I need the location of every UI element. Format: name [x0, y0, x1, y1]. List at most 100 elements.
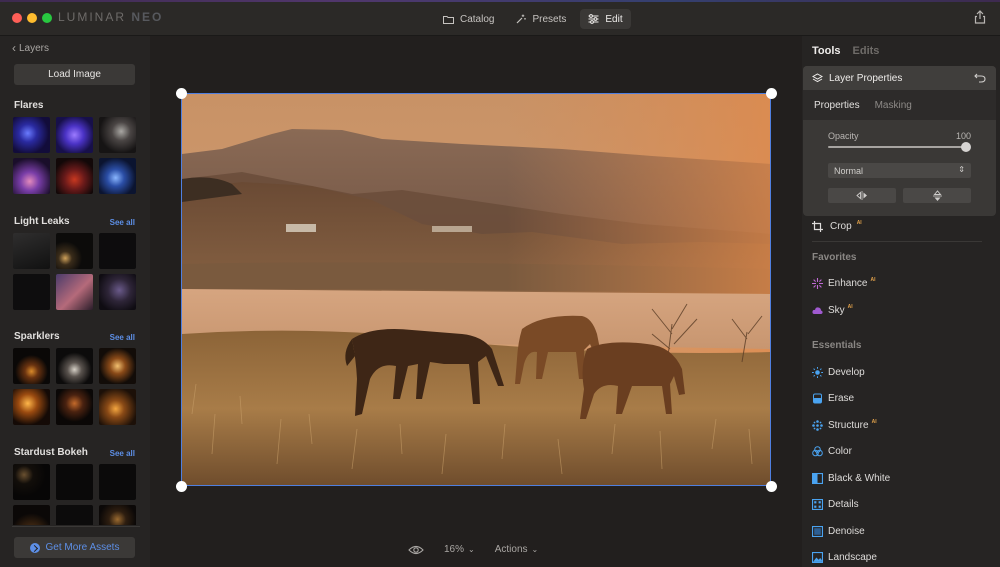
zoom-window-button[interactable]	[42, 13, 52, 23]
asset-thumbnail[interactable]	[99, 274, 136, 310]
asset-thumbnail[interactable]	[99, 464, 136, 500]
ai-badge: AI	[856, 219, 862, 226]
layer-properties-card: Layer Properties Properties Masking Opac…	[803, 66, 996, 216]
asset-thumbnail[interactable]	[56, 389, 93, 425]
tool-crop[interactable]: Crop AI	[812, 219, 862, 232]
tool-structure[interactable]: Structure AI	[812, 419, 877, 431]
asset-thumbnail[interactable]	[56, 233, 93, 269]
asset-thumbnail[interactable]	[13, 464, 50, 500]
structure-icon	[812, 420, 823, 431]
preview-toggle[interactable]	[408, 545, 424, 555]
close-window-button[interactable]	[12, 13, 22, 23]
tool-black-white[interactable]: Black & White	[812, 473, 890, 484]
share-icon[interactable]	[973, 10, 987, 24]
tab-presets[interactable]: Presets	[508, 9, 574, 29]
tool-landscape[interactable]: Landscape	[812, 552, 877, 563]
flares-grid	[13, 117, 137, 194]
app-logo: LUMINAR NEO	[58, 10, 164, 24]
tool-color[interactable]: Color	[812, 446, 852, 457]
transform-handle-top-right[interactable]	[766, 88, 777, 99]
opacity-slider-track[interactable]	[828, 146, 966, 148]
landscape-icon	[812, 552, 823, 563]
tool-structure-label: Structure	[828, 420, 869, 431]
asset-thumbnail[interactable]	[99, 158, 136, 194]
tool-develop-label: Develop	[828, 367, 865, 378]
back-to-layers[interactable]: ‹ Layers	[12, 41, 49, 55]
tool-denoise[interactable]: Denoise	[812, 526, 865, 537]
asset-thumbnail[interactable]	[13, 274, 50, 310]
flip-horizontal-button[interactable]	[828, 188, 896, 203]
asset-thumbnail[interactable]	[13, 505, 50, 525]
back-label: Layers	[19, 42, 50, 54]
actions-dropdown[interactable]: Actions ⌄	[495, 544, 539, 555]
asset-thumbnail[interactable]	[99, 348, 136, 384]
tool-erase[interactable]: Erase	[812, 393, 854, 404]
minimize-window-button[interactable]	[27, 13, 37, 23]
top-navigation: Catalog Presets Edit	[435, 9, 631, 29]
image-canvas[interactable]: 16% ⌄ Actions ⌄	[150, 36, 802, 567]
chevron-down-icon: ⌄	[531, 545, 539, 554]
transform-handle-bottom-left[interactable]	[176, 481, 187, 492]
section-title-stardust-bokeh: Stardust Bokeh	[14, 447, 88, 458]
cloud-icon	[812, 307, 823, 314]
tool-denoise-label: Denoise	[828, 526, 865, 537]
see-all-light-leaks[interactable]: See all	[110, 218, 135, 227]
enhance-icon	[812, 278, 823, 289]
see-all-sparklers[interactable]: See all	[110, 333, 135, 342]
asset-thumbnail[interactable]	[99, 117, 136, 153]
title-bar: LUMINAR NEO Catalog Presets Edit	[0, 0, 1000, 36]
asset-thumbnail[interactable]	[56, 348, 93, 384]
stardust-bokeh-grid	[13, 464, 137, 525]
crop-label: Crop	[830, 221, 852, 232]
asset-thumbnail[interactable]	[13, 348, 50, 384]
bw-icon	[812, 473, 823, 484]
tool-develop[interactable]: Develop	[812, 367, 865, 378]
tab-edit-label: Edit	[605, 13, 623, 25]
get-more-assets-button[interactable]: Get More Assets	[14, 537, 135, 558]
photo-preview[interactable]	[181, 93, 771, 486]
tab-tools[interactable]: Tools	[812, 45, 841, 57]
tool-sky[interactable]: Sky AI	[812, 304, 853, 316]
layer-properties-header[interactable]: Layer Properties	[803, 66, 996, 90]
sparklers-grid	[13, 348, 137, 425]
load-image-button[interactable]: Load Image	[14, 64, 135, 85]
transform-handle-top-left[interactable]	[176, 88, 187, 99]
asset-thumbnail[interactable]	[56, 158, 93, 194]
asset-thumbnail[interactable]	[56, 117, 93, 153]
blend-mode-select[interactable]: Normal ⇕	[828, 163, 971, 178]
asset-thumbnail[interactable]	[56, 505, 93, 525]
sun-icon	[812, 367, 823, 378]
opacity-slider-knob[interactable]	[961, 142, 971, 152]
asset-thumbnail[interactable]	[99, 389, 136, 425]
tab-catalog[interactable]: Catalog	[435, 9, 502, 29]
asset-thumbnail[interactable]	[99, 505, 136, 525]
tool-details[interactable]: Details	[812, 499, 859, 510]
tab-edits[interactable]: Edits	[853, 45, 880, 57]
asset-thumbnail[interactable]	[56, 464, 93, 500]
asset-thumbnail[interactable]	[13, 233, 50, 269]
undo-icon[interactable]	[974, 72, 986, 83]
asset-thumbnail[interactable]	[13, 158, 50, 194]
asset-thumbnail[interactable]	[99, 233, 136, 269]
landscape-photo	[182, 94, 770, 485]
asset-thumbnail[interactable]	[56, 274, 93, 310]
section-title-flares: Flares	[14, 100, 44, 111]
tab-edit[interactable]: Edit	[580, 9, 631, 29]
opacity-value: 100	[955, 131, 971, 141]
asset-thumbnail[interactable]	[13, 389, 50, 425]
get-more-assets-label: Get More Assets	[45, 542, 120, 553]
transform-handle-bottom-right[interactable]	[766, 481, 777, 492]
see-all-stardust-bokeh[interactable]: See all	[110, 449, 135, 458]
zoom-dropdown[interactable]: 16% ⌄	[444, 544, 475, 555]
layers-panel: ‹ Layers Load Image Flares Light Leaks S…	[0, 36, 150, 567]
crop-icon	[812, 221, 823, 232]
layer-properties-subtabs: Properties Masking	[803, 90, 996, 120]
layers-icon	[812, 72, 823, 82]
flip-vertical-button[interactable]	[903, 188, 971, 203]
subtab-properties[interactable]: Properties	[814, 100, 860, 111]
arrow-right-circle-icon	[29, 542, 40, 553]
details-icon	[812, 499, 823, 510]
tool-enhance[interactable]: Enhance AI	[812, 277, 875, 289]
subtab-masking[interactable]: Masking	[875, 100, 912, 111]
asset-thumbnail[interactable]	[13, 117, 50, 153]
